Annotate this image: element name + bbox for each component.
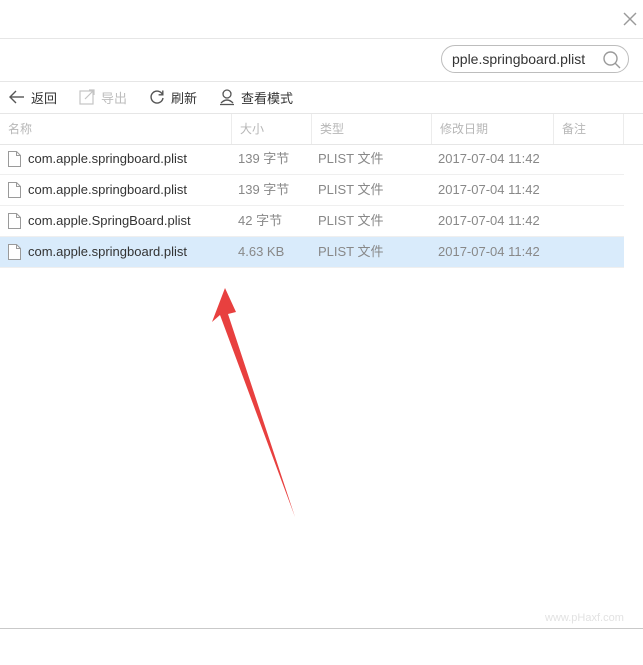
- file-row[interactable]: com.apple.SpringBoard.plist 42 字节 PLIST …: [0, 206, 624, 237]
- file-name-cell: com.apple.springboard.plist: [8, 144, 187, 174]
- column-header-size[interactable]: 大小: [232, 114, 312, 144]
- watermark: www.pHaxf.com: [545, 612, 624, 624]
- export-button[interactable]: 导出: [78, 86, 127, 108]
- view-mode-icon: [218, 88, 236, 106]
- back-button[interactable]: 返回: [8, 86, 57, 108]
- toolbar: 返回 导出 刷新 查看模式: [0, 81, 643, 113]
- file-type: PLIST 文件: [318, 151, 384, 166]
- file-name: com.apple.springboard.plist: [28, 151, 187, 166]
- column-header-name[interactable]: 名称: [0, 114, 232, 144]
- file-icon: [8, 182, 21, 198]
- file-icon: [8, 244, 21, 260]
- export-label: 导出: [101, 90, 128, 106]
- file-modified: 2017-07-04 11:42: [438, 151, 540, 166]
- file-name-cell: com.apple.SpringBoard.plist: [8, 206, 191, 236]
- search-box[interactable]: [441, 45, 629, 73]
- file-size: 42 字节: [238, 213, 283, 228]
- column-header-type[interactable]: 类型: [312, 114, 432, 144]
- table-header: 名称 大小 类型 修改日期 备注: [0, 113, 643, 145]
- refresh-label: 刷新: [171, 90, 198, 106]
- file-type: PLIST 文件: [318, 244, 384, 259]
- file-icon: [8, 213, 21, 229]
- file-size: 139 字节: [238, 151, 290, 166]
- file-row-selected[interactable]: com.apple.springboard.plist 4.63 KB PLIS…: [0, 237, 624, 268]
- file-name-cell: com.apple.springboard.plist: [8, 237, 187, 267]
- search-icon[interactable]: [602, 50, 622, 70]
- column-header-notes[interactable]: 备注: [554, 114, 624, 144]
- file-modified: 2017-07-04 11:42: [438, 244, 540, 259]
- file-name: com.apple.springboard.plist: [28, 182, 187, 197]
- file-browser-window: 返回 导出 刷新: [0, 0, 643, 629]
- file-name: com.apple.SpringBoard.plist: [28, 213, 191, 228]
- column-header-modified[interactable]: 修改日期: [432, 114, 554, 144]
- file-type: PLIST 文件: [318, 182, 384, 197]
- refresh-button[interactable]: 刷新: [148, 86, 197, 108]
- file-type: PLIST 文件: [318, 213, 384, 228]
- file-modified: 2017-07-04 11:42: [438, 213, 540, 228]
- view-mode-label: 查看模式: [241, 90, 294, 106]
- file-size: 139 字节: [238, 182, 290, 197]
- file-list: com.apple.springboard.plist 139 字节 PLIST…: [0, 144, 624, 268]
- view-mode-button[interactable]: 查看模式: [218, 86, 293, 108]
- refresh-icon: [148, 88, 166, 106]
- search-bar: [0, 38, 643, 82]
- file-size: 4.63 KB: [238, 244, 285, 259]
- file-name: com.apple.springboard.plist: [28, 244, 187, 259]
- file-name-cell: com.apple.springboard.plist: [8, 175, 187, 205]
- close-button[interactable]: [621, 10, 639, 28]
- back-arrow-icon: [8, 88, 26, 106]
- file-modified: 2017-07-04 11:42: [438, 182, 540, 197]
- export-icon: [78, 88, 96, 106]
- file-row[interactable]: com.apple.springboard.plist 139 字节 PLIST…: [0, 175, 624, 206]
- file-icon: [8, 151, 21, 167]
- close-icon: [623, 12, 637, 26]
- file-row[interactable]: com.apple.springboard.plist 139 字节 PLIST…: [0, 144, 624, 175]
- search-input[interactable]: [452, 49, 597, 69]
- back-label: 返回: [31, 90, 58, 106]
